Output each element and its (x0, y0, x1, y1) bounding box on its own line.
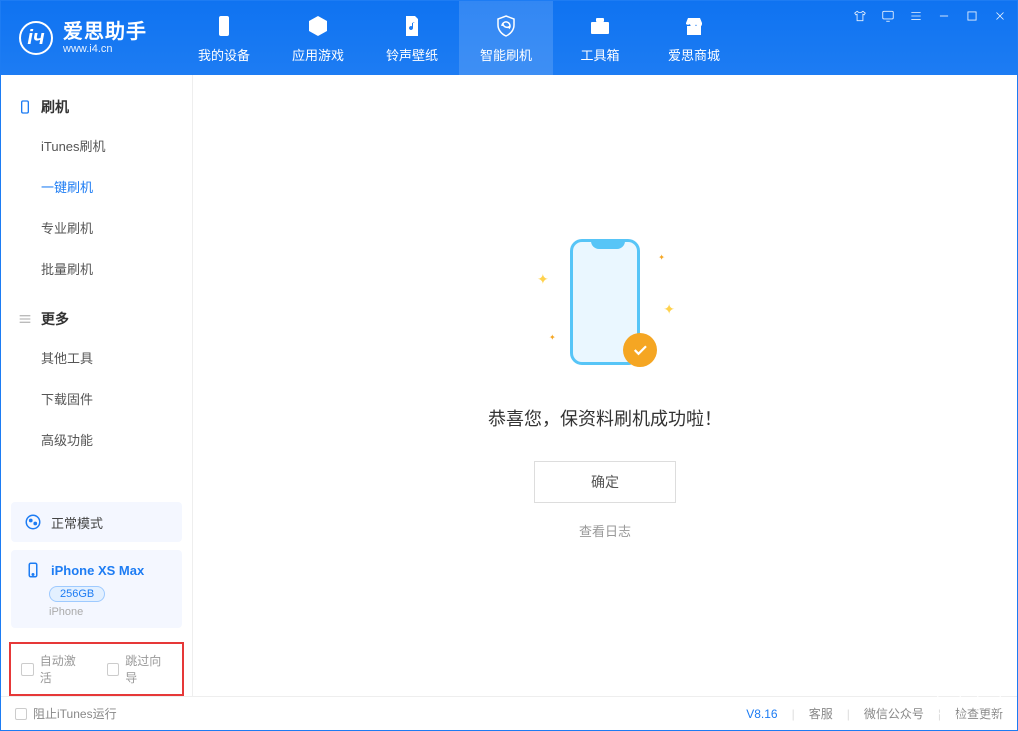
sidebar-item-pro-flash[interactable]: 专业刷机 (41, 207, 192, 248)
success-message: 恭喜您，保资料刷机成功啦！ (488, 405, 722, 431)
store-icon (681, 13, 707, 39)
checkbox-block-itunes[interactable]: 阻止iTunes运行 (15, 705, 117, 722)
success-check-icon (623, 333, 657, 367)
title-bar: iч 爱思助手 www.i4.cn 我的设备 应用游戏 铃声壁纸 智能刷机 (1, 1, 1017, 75)
divider: | (847, 707, 850, 721)
close-button[interactable] (991, 7, 1009, 25)
cube-icon (305, 13, 331, 39)
sidebar-item-oneclick-flash[interactable]: 一键刷机 (41, 166, 192, 207)
sidebar-section-flash[interactable]: 刷机 (1, 89, 192, 125)
checkbox-icon (107, 663, 120, 676)
logo-area: iч 爱思助手 www.i4.cn (1, 1, 165, 75)
mode-label: 正常模式 (51, 513, 103, 532)
sidebar-item-advanced[interactable]: 高级功能 (41, 419, 192, 460)
maximize-button[interactable] (963, 7, 981, 25)
sparkle-icon: ✦ (537, 271, 549, 288)
phone-icon (17, 99, 33, 115)
checkbox-label: 跳过向导 (125, 652, 172, 686)
brand-url: www.i4.cn (63, 43, 147, 55)
nav-store[interactable]: 爱思商城 (647, 1, 741, 75)
shield-refresh-icon (493, 13, 519, 39)
list-icon (17, 311, 33, 327)
device-type: iPhone (49, 606, 83, 618)
minimize-button[interactable] (935, 7, 953, 25)
top-nav: 我的设备 应用游戏 铃声壁纸 智能刷机 工具箱 爱思商城 (177, 1, 741, 75)
divider: | (792, 707, 795, 721)
music-file-icon (399, 13, 425, 39)
sidebar-more-items: 其他工具 下载固件 高级功能 (1, 337, 192, 460)
brand-block: 爱思助手 www.i4.cn (63, 21, 147, 55)
nav-label: 应用游戏 (292, 45, 344, 64)
nav-label: 工具箱 (580, 45, 619, 64)
main-content: ✦ ✦ ✦ ✦ 恭喜您，保资料刷机成功啦！ 确定 查看日志 (193, 75, 1017, 696)
sidebar-flash-items: iTunes刷机 一键刷机 专业刷机 批量刷机 (1, 125, 192, 289)
device-icon (211, 13, 237, 39)
wechat-link[interactable]: 微信公众号 (864, 705, 924, 722)
window-controls (851, 7, 1009, 25)
nav-ringtones[interactable]: 铃声壁纸 (365, 1, 459, 75)
sidebar-item-download-firmware[interactable]: 下载固件 (41, 378, 192, 419)
sidebar-item-batch-flash[interactable]: 批量刷机 (41, 248, 192, 289)
sidebar-item-other-tools[interactable]: 其他工具 (41, 337, 192, 378)
checkbox-skip-guide[interactable]: 跳过向导 (107, 652, 173, 686)
sidebar: 刷机 iTunes刷机 一键刷机 专业刷机 批量刷机 更多 其他工具 下载固件 … (1, 75, 193, 696)
success-illustration: ✦ ✦ ✦ ✦ (515, 231, 695, 381)
sparkle-icon: ✦ (658, 253, 665, 262)
nav-apps-games[interactable]: 应用游戏 (271, 1, 365, 75)
device-card-icon (23, 560, 43, 580)
support-link[interactable]: 客服 (809, 705, 833, 722)
mode-card[interactable]: 正常模式 (11, 502, 182, 542)
sidebar-item-itunes-flash[interactable]: iTunes刷机 (41, 125, 192, 166)
view-log-link[interactable]: 查看日志 (579, 521, 631, 540)
flash-options-row: 自动激活 跳过向导 (9, 642, 184, 696)
ok-button[interactable]: 确定 (534, 461, 676, 503)
device-name: iPhone XS Max (51, 563, 144, 578)
version-label: V8.16 (746, 707, 777, 721)
checkbox-auto-activate[interactable]: 自动激活 (21, 652, 87, 686)
sidebar-section-more[interactable]: 更多 (1, 301, 192, 337)
sparkle-icon: ✦ (663, 301, 675, 318)
section-title: 刷机 (41, 97, 69, 117)
checkbox-label: 自动激活 (40, 652, 87, 686)
mode-icon (23, 512, 43, 532)
nav-label: 铃声壁纸 (386, 45, 438, 64)
shirt-icon[interactable] (851, 7, 869, 25)
brand-name: 爱思助手 (63, 21, 147, 43)
app-logo-icon: iч (19, 21, 53, 55)
device-cards: 正常模式 iPhone XS Max 256GB iPhone (1, 502, 192, 636)
nav-label: 智能刷机 (480, 45, 532, 64)
nav-smart-flash[interactable]: 智能刷机 (459, 1, 553, 75)
body: 刷机 iTunes刷机 一键刷机 专业刷机 批量刷机 更多 其他工具 下载固件 … (1, 75, 1017, 696)
section-title: 更多 (41, 309, 69, 329)
checkbox-icon (15, 708, 27, 720)
nav-toolbox[interactable]: 工具箱 (553, 1, 647, 75)
status-bar: 阻止iTunes运行 V8.16 | 客服 | 微信公众号 | 检查更新 (1, 696, 1017, 730)
nav-label: 我的设备 (198, 45, 250, 64)
feedback-icon[interactable] (879, 7, 897, 25)
sparkle-icon: ✦ (549, 333, 556, 342)
menu-icon[interactable] (907, 7, 925, 25)
nav-my-device[interactable]: 我的设备 (177, 1, 271, 75)
checkbox-icon (21, 663, 34, 676)
toolbox-icon (587, 13, 613, 39)
app-window: iч 爱思助手 www.i4.cn 我的设备 应用游戏 铃声壁纸 智能刷机 (0, 0, 1018, 731)
storage-badge: 256GB (49, 586, 105, 602)
device-card[interactable]: iPhone XS Max 256GB iPhone (11, 550, 182, 628)
checkbox-label: 阻止iTunes运行 (33, 705, 117, 722)
nav-label: 爱思商城 (668, 45, 720, 64)
